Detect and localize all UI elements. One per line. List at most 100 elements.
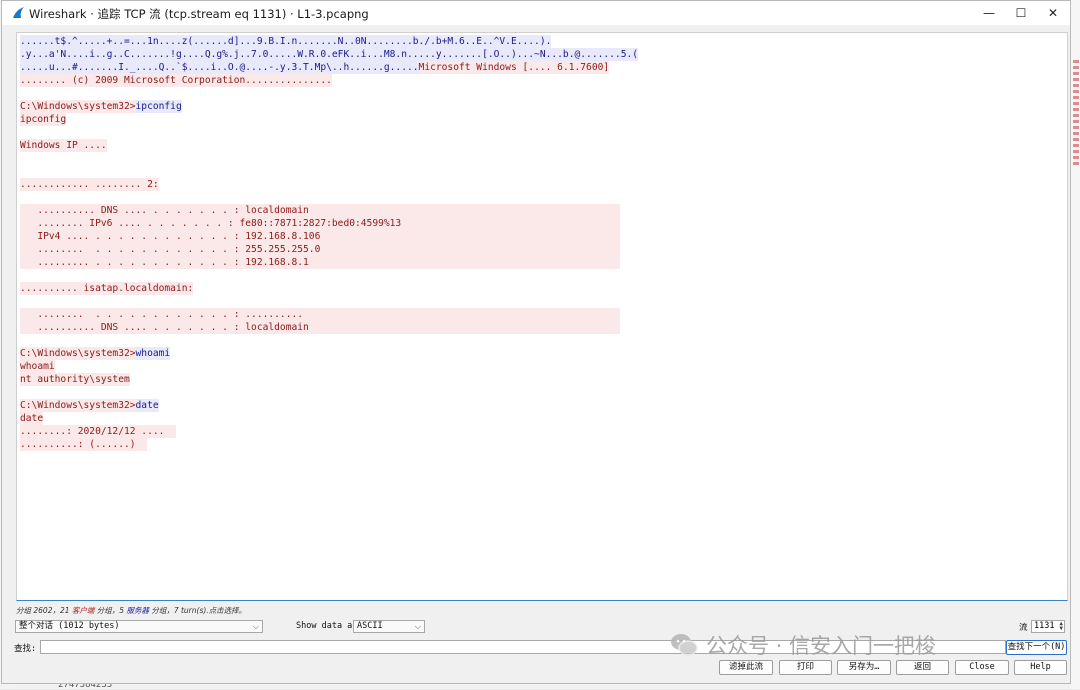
stream-line bbox=[20, 269, 638, 282]
conversation-select[interactable]: 整个对话 (1012 bytes) ⌵ bbox=[15, 620, 263, 633]
chevron-down-icon: ⌵ bbox=[252, 622, 259, 631]
server-data: .......... DNS .... . . . . . . . : loca… bbox=[20, 204, 620, 217]
find-label: 查找: bbox=[14, 644, 37, 654]
stream-line: ..........: (......) bbox=[20, 438, 638, 451]
close-button[interactable]: Close bbox=[955, 660, 1009, 675]
client-data: .y...a'N....i..g..C.......!g....Q.g%.j..… bbox=[20, 48, 639, 61]
stats-prefix: 分组 2602，21 bbox=[16, 606, 72, 615]
stream-line: ........: 2020/12/12 .... bbox=[20, 425, 638, 438]
stream-line: C:\Windows\system32>ipconfig bbox=[20, 100, 638, 113]
stats-client-label: 客户端 bbox=[71, 606, 95, 615]
stats-server-label: 服务器 bbox=[126, 606, 149, 615]
window-title: Wireshark · 追踪 TCP 流 (tcp.stream eq 1131… bbox=[29, 7, 369, 21]
stream-line: ........ (c) 2009 Microsoft Corporation.… bbox=[20, 74, 638, 87]
background-highlight-mark bbox=[1073, 66, 1079, 69]
find-next-button[interactable]: 查找下一个(N) bbox=[1006, 640, 1067, 655]
title-bar[interactable]: Wireshark · 追踪 TCP 流 (tcp.stream eq 1131… bbox=[2, 1, 1070, 25]
background-highlight-mark bbox=[1073, 84, 1079, 87]
background-highlight-mark bbox=[1073, 78, 1079, 81]
stream-number-label: 流 bbox=[1019, 623, 1028, 633]
background-window-bottom: 2747384233 bbox=[12, 680, 1070, 690]
server-data: ........ (c) 2009 Microsoft Corporation.… bbox=[20, 74, 332, 87]
server-prompt: C:\Windows\system32> bbox=[20, 100, 136, 113]
background-highlight-mark bbox=[1073, 72, 1079, 75]
server-data: nt authority\system bbox=[20, 373, 130, 386]
server-prompt: C:\Windows\system32> bbox=[20, 347, 136, 360]
server-data: ..........: (......) bbox=[20, 438, 148, 451]
stream-line: ........ . . . . . . . . . . . . : 255.2… bbox=[20, 243, 638, 256]
server-data: IPv4 .... . . . . . . . . . . . . : 192.… bbox=[20, 230, 620, 243]
show-data-label: Show data as bbox=[296, 621, 358, 631]
stream-text: ......t$.^.....+..=...1n....z(......d]..… bbox=[20, 35, 639, 451]
stream-line: Windows IP .... bbox=[20, 139, 638, 152]
stream-line: C:\Windows\system32>date bbox=[20, 399, 638, 412]
server-data: ......... . . . . . . . . . . . . : 192.… bbox=[20, 256, 620, 269]
stream-line bbox=[20, 295, 638, 308]
background-highlight-mark bbox=[1073, 114, 1079, 117]
background-highlight-mark bbox=[1073, 150, 1079, 153]
spinner-arrows-icon[interactable]: ▲ ▼ bbox=[1059, 621, 1063, 632]
background-highlight-mark bbox=[1073, 162, 1079, 165]
client-data: .....u...#.......I._....Q..`$....i..O.@.… bbox=[20, 61, 419, 74]
stream-line: .......... isatap.localdomain: bbox=[20, 282, 638, 295]
wechat-logo-icon bbox=[671, 634, 698, 656]
client-data: ......t$.^.....+..=...1n....z(......d]..… bbox=[20, 35, 552, 48]
client-command: ipconfig bbox=[135, 100, 182, 113]
background-highlight-mark bbox=[1073, 120, 1079, 123]
background-highlight-mark bbox=[1073, 132, 1079, 135]
stream-line: .y...a'N....i..g..C.......!g....Q.g%.j..… bbox=[20, 48, 639, 61]
stream-statistics: 分组 2602，21 客户端 分组，5 服务器 分组，7 turn(s).点击选… bbox=[16, 605, 246, 616]
show-data-value: ASCII bbox=[357, 621, 383, 631]
server-data: ........ . . . . . . . . . . . . : .....… bbox=[20, 308, 620, 321]
stats-mid: 分组，5 bbox=[94, 606, 127, 615]
server-data: Microsoft Windows [.... 6.1.7600] bbox=[418, 61, 610, 74]
background-highlight-mark bbox=[1073, 90, 1079, 93]
server-data: ipconfig bbox=[20, 113, 67, 126]
follow-tcp-stream-window: Wireshark · 追踪 TCP 流 (tcp.stream eq 1131… bbox=[1, 0, 1071, 684]
server-data: whoami bbox=[20, 360, 55, 373]
server-data: .......... DNS .... . . . . . . . : loca… bbox=[20, 321, 620, 334]
stream-line: ........ IPv6 .... . . . . . . . : fe80:… bbox=[20, 217, 638, 230]
conversation-value: 整个对话 (1012 bytes) bbox=[19, 621, 120, 631]
minimize-button[interactable]: — bbox=[972, 1, 1006, 25]
stream-number-spinbox[interactable]: 1131 ▲ ▼ bbox=[1031, 620, 1065, 633]
stream-line: .....u...#.......I._....Q..`$....i..O.@.… bbox=[20, 61, 638, 74]
stream-line: .......... DNS .... . . . . . . . : loca… bbox=[20, 204, 638, 217]
stream-content-pane[interactable]: ......t$.^.....+..=...1n....z(......d]..… bbox=[16, 32, 1068, 601]
maximize-button[interactable]: ☐ bbox=[1004, 1, 1038, 25]
server-data: Windows IP .... bbox=[20, 139, 107, 152]
stream-line: date bbox=[20, 412, 638, 425]
close-window-button[interactable]: ✕ bbox=[1036, 1, 1070, 25]
stream-line: whoami bbox=[20, 360, 638, 373]
wireshark-fin-icon bbox=[13, 7, 24, 18]
stream-number-value: 1131 bbox=[1034, 621, 1055, 631]
stream-line bbox=[20, 87, 638, 100]
wechat-watermark: 公众号 · 信安入门一把梭 bbox=[670, 627, 936, 663]
background-highlight-mark bbox=[1073, 138, 1079, 141]
server-data: ........: 2020/12/12 .... bbox=[20, 425, 176, 438]
background-highlight-mark bbox=[1073, 102, 1079, 105]
stats-suffix: 分组，7 turn(s).点击选择。 bbox=[148, 606, 247, 615]
client-command: date bbox=[135, 399, 159, 412]
server-data: ........ IPv6 .... . . . . . . . : fe80:… bbox=[20, 217, 620, 230]
server-data: ........ . . . . . . . . . . . . : 255.2… bbox=[20, 243, 620, 256]
stream-line: ........ . . . . . . . . . . . . : .....… bbox=[20, 308, 638, 321]
stream-line: C:\Windows\system32>whoami bbox=[20, 347, 638, 360]
stream-line: ............ ........ 2: bbox=[20, 178, 638, 191]
help-button[interactable]: Help bbox=[1014, 660, 1067, 675]
stream-line: ipconfig bbox=[20, 113, 638, 126]
background-highlight-mark bbox=[1073, 126, 1079, 129]
watermark-text: 公众号 · 信安入门一把梭 bbox=[706, 634, 937, 658]
stream-line: .......... DNS .... . . . . . . . : loca… bbox=[20, 321, 638, 334]
background-highlight-mark bbox=[1073, 108, 1079, 111]
background-highlight-mark bbox=[1073, 144, 1079, 147]
background-highlight-mark bbox=[1073, 96, 1079, 99]
stream-line: nt authority\system bbox=[20, 373, 638, 386]
background-highlight-mark bbox=[1073, 156, 1079, 159]
stream-line bbox=[20, 126, 638, 139]
stream-line: ......t$.^.....+..=...1n....z(......d]..… bbox=[20, 35, 638, 48]
show-data-select[interactable]: ASCII ⌵ bbox=[353, 620, 425, 633]
stream-line bbox=[20, 386, 638, 399]
chevron-down-icon: ⌵ bbox=[414, 622, 421, 631]
stream-line: ......... . . . . . . . . . . . . : 192.… bbox=[20, 256, 638, 269]
